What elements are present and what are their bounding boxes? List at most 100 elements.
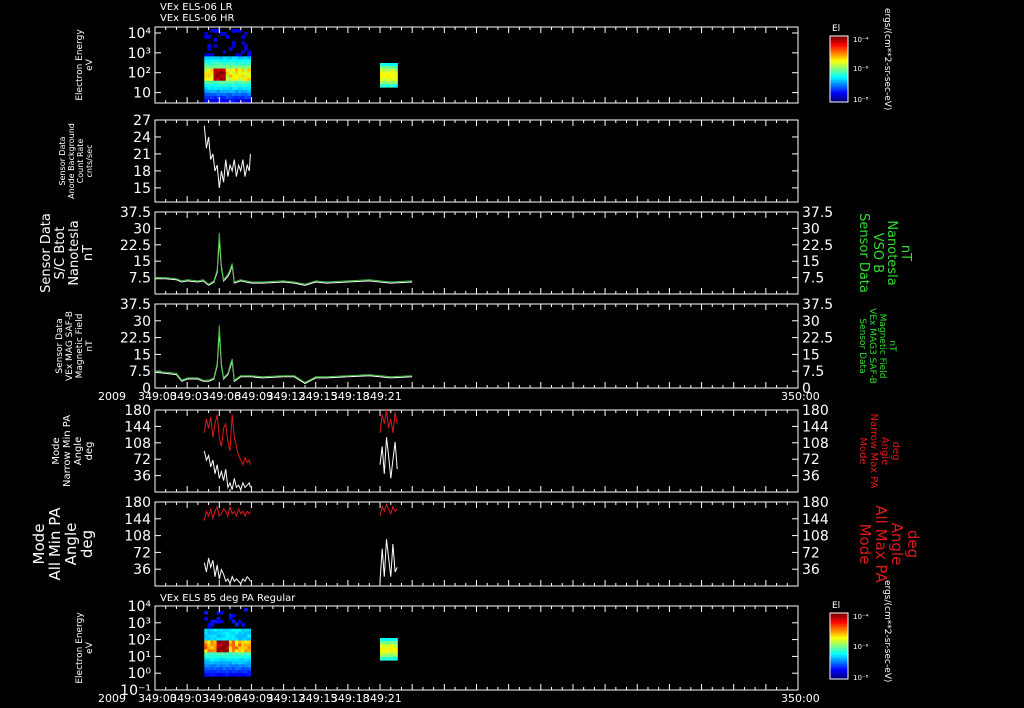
series-white-line (380, 539, 397, 581)
y-axis-label: Angle (73, 437, 84, 465)
y-axis-label: deg (84, 442, 95, 461)
spectrogram-cell (247, 90, 251, 94)
plot-canvas: 2009 349:00349:03349:06349:09349:12349:15… (0, 0, 1024, 708)
spectrogram-cell (223, 50, 227, 54)
y-tick-label-right: 36 (802, 562, 820, 578)
y-tick-label: 37.5 (120, 297, 151, 313)
spectrogram-cell (204, 32, 208, 36)
y-axis-label: Sensor Data (857, 318, 867, 373)
series-white-line (204, 451, 250, 490)
colorbar-tick: 10⁻⁴ (853, 613, 868, 621)
y-tick-label: 37.5 (120, 205, 151, 221)
y-tick-label-right: 144 (802, 419, 829, 435)
spectrogram-cell (207, 35, 211, 39)
y-axis-label: Electron Energy (75, 29, 85, 101)
spectrogram-cell (226, 35, 230, 39)
y-axis-label: Electron Energy (75, 612, 85, 684)
y-tick-label: 15 (133, 254, 151, 270)
y-tick-label-right: 22.5 (802, 238, 833, 254)
spectrogram-cell (394, 84, 398, 88)
y-tick-label: 144 (124, 512, 151, 528)
y-tick-label: 72 (133, 545, 151, 561)
y-axis-label: nT (81, 245, 96, 261)
title-line-2: VEx ELS-06 HR (160, 13, 234, 24)
y-axis-label: VSO B (870, 233, 885, 273)
y-axis-label: Nanotesla (67, 220, 82, 285)
spectrogram-cell (244, 32, 248, 36)
y-tick-label: 36 (133, 562, 151, 578)
y-tick-label-right: 144 (802, 512, 829, 528)
y-tick-label: 10¹ (128, 649, 151, 665)
x-year-label: 2009 (98, 390, 126, 403)
spectrogram-cell (204, 611, 208, 615)
y-tick-label-right: 180 (802, 403, 829, 419)
spectrogram-block (204, 608, 251, 677)
panel-2-frame (155, 120, 798, 202)
y-axis-label: Narrow Min PA (62, 415, 73, 487)
y-tick-label: 72 (133, 452, 151, 468)
series-red-line (380, 410, 397, 433)
colorbar-tick: 10⁻⁴ (853, 36, 868, 44)
panel-5-frame (155, 410, 798, 492)
panel-7-frame (155, 606, 798, 690)
x-tick-label: 350:00 (781, 390, 820, 403)
y-axis-label: nT (887, 340, 897, 352)
title-line-1: VEx ELS-06 LR (160, 2, 234, 13)
y-axis-label: cnts/sec (85, 145, 94, 178)
series-white-line (155, 239, 412, 285)
y-tick-label: 7.5 (129, 364, 151, 380)
y-tick-label-right: 15 (802, 254, 820, 270)
colorbar-unit-top: ergs/(cm**2-sr-sec-eV) (876, 8, 892, 138)
spectrogram-cell (214, 38, 218, 42)
spectrogram-cell (241, 35, 245, 39)
y-axis-label: nT (898, 245, 913, 261)
spectrogram-cell (220, 620, 224, 624)
y-tick-label: 10⁰ (128, 666, 152, 682)
series-green-line (155, 325, 412, 382)
y-tick-label: 180 (124, 495, 151, 511)
y-axis-label: deg (904, 530, 922, 558)
y-tick-label-right: 7.5 (802, 271, 824, 287)
y-tick-label: 10⁴ (128, 26, 152, 42)
y-axis-label: Sensor Data (39, 213, 54, 293)
y-tick-label: 30 (133, 314, 151, 330)
spectrogram-cell (394, 647, 398, 651)
spectrogram-cell (241, 623, 245, 627)
y-tick-label-right: 72 (802, 452, 820, 468)
series-white-line (380, 437, 397, 478)
spectrogram-cell (247, 96, 251, 100)
y-tick-label: 22.5 (120, 331, 151, 347)
x-tick-label: 349:21 (363, 692, 402, 705)
y-tick-label-right: 108 (802, 529, 829, 545)
y-axis-label: Angle (879, 437, 890, 465)
spectrogram-block (204, 29, 251, 103)
spectrogram-cell (247, 75, 251, 79)
spectrogram-cell (247, 53, 251, 57)
y-axis-label: Nanotesla (884, 220, 899, 285)
spectrogram-block (380, 63, 398, 88)
y-axis-label: Narrow Max PA (868, 414, 879, 489)
y-tick-label: 36 (133, 469, 151, 485)
y-axis-label: deg (890, 442, 901, 461)
x-tick-label: 350:00 (781, 692, 820, 705)
y-tick-label-right: 30 (802, 314, 820, 330)
spectrogram-cell (204, 617, 208, 621)
series-green-line (155, 233, 412, 284)
spectrogram-block (380, 638, 398, 661)
y-axis-label: eV (85, 58, 95, 71)
y-tick-label: 15 (133, 347, 151, 363)
y-tick-label: 10³ (128, 616, 151, 632)
series-white-line (204, 558, 250, 584)
spectrogram-cell (207, 44, 211, 48)
colorbar-tick: 10⁻⁸ (853, 96, 868, 104)
spectrogram-cell (394, 641, 398, 645)
spectrogram-cell (207, 47, 211, 51)
y-tick-label: 10 (133, 86, 151, 102)
colorbar-unit-bottom: ergs/(cm**2-sr-sec-eV) (876, 580, 892, 708)
y-tick-label: 18 (133, 164, 151, 180)
panel-1-frame (155, 27, 798, 103)
series-red-line (380, 504, 397, 516)
colorbar-tick: 10⁻⁸ (853, 674, 868, 682)
y-tick-label-right: 180 (802, 495, 829, 511)
y-axis-label: Mode (857, 437, 868, 464)
